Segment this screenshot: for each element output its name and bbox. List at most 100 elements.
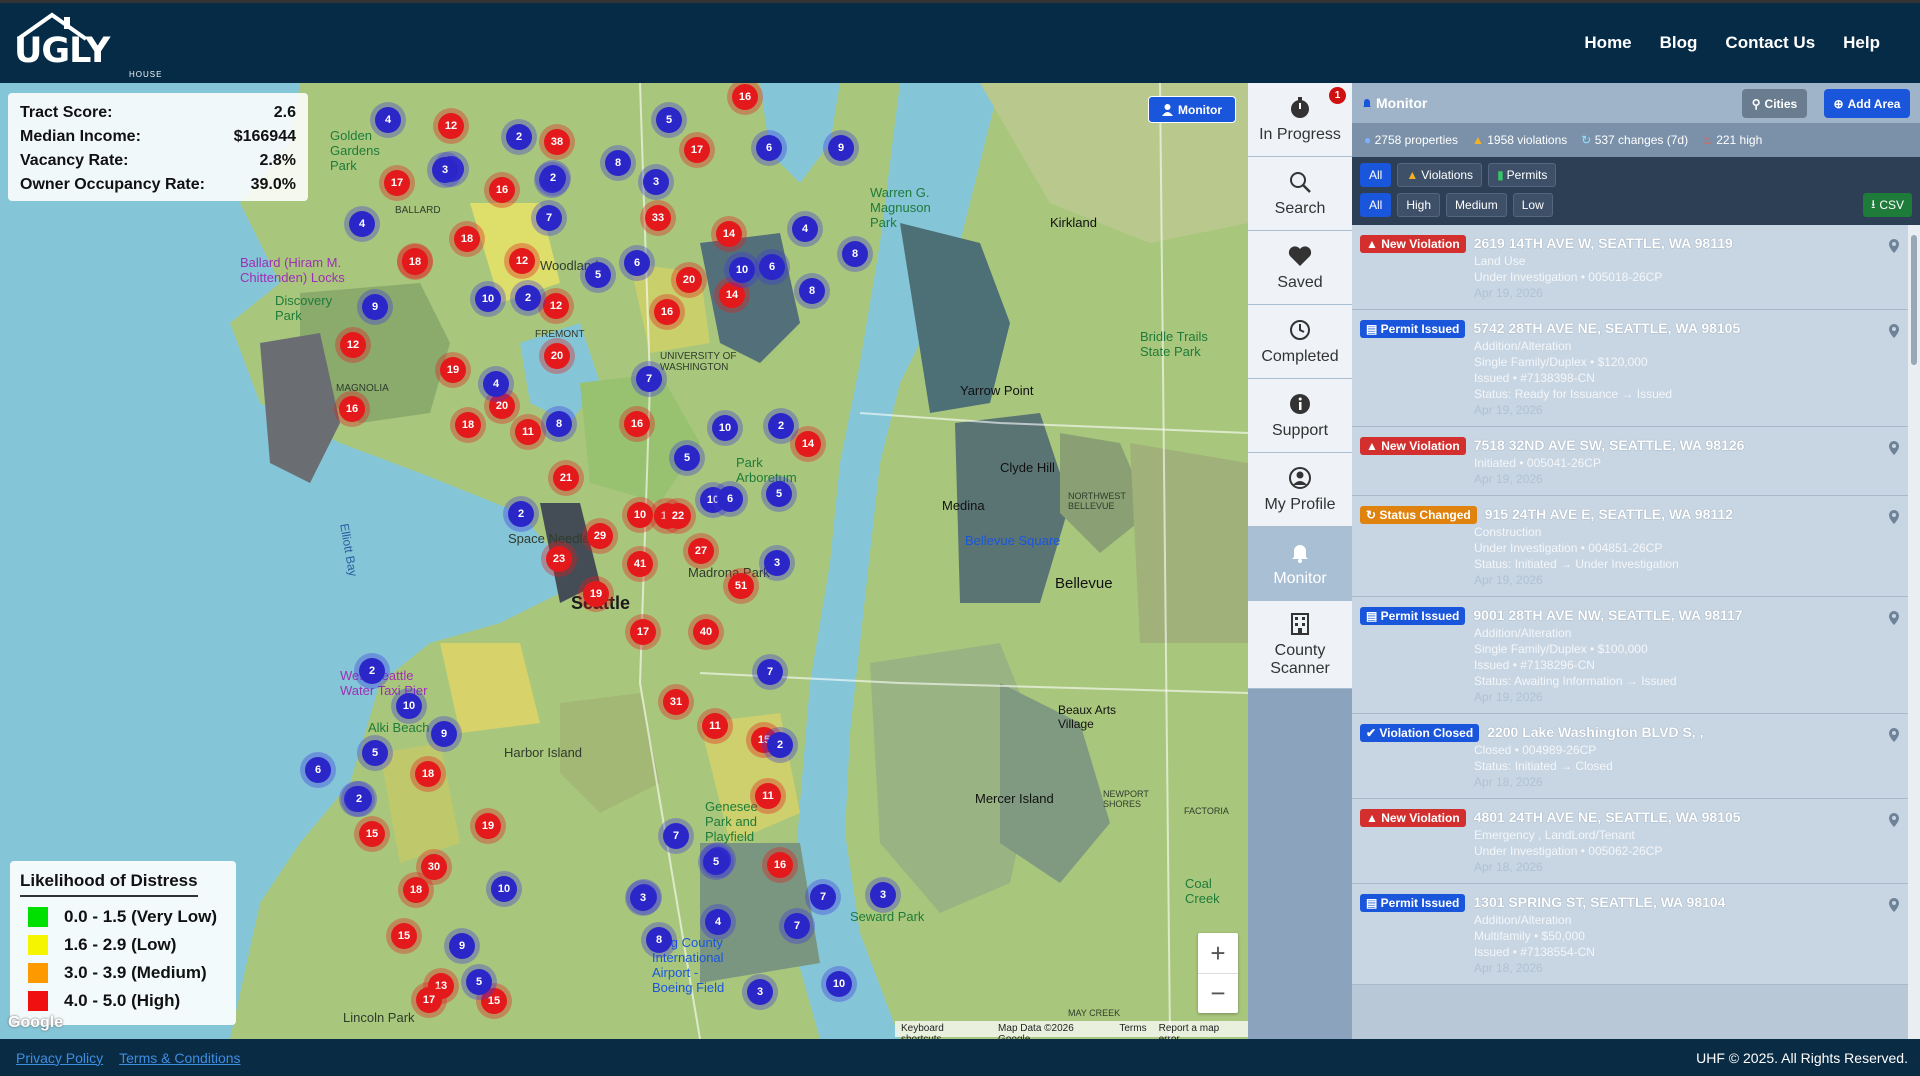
- blue-cluster-marker[interactable]: 10: [396, 693, 422, 719]
- red-cluster-marker[interactable]: 29: [587, 523, 613, 549]
- terms-link[interactable]: Terms & Conditions: [119, 1050, 240, 1066]
- sidebar-item-support[interactable]: Support: [1248, 379, 1352, 453]
- red-cluster-marker[interactable]: 30: [421, 854, 447, 880]
- red-cluster-marker[interactable]: 20: [489, 393, 515, 419]
- zoom-in-button[interactable]: +: [1198, 933, 1238, 973]
- blue-cluster-marker[interactable]: 5: [674, 445, 700, 471]
- nav-contact-link[interactable]: Contact Us: [1725, 33, 1815, 53]
- csv-export-button[interactable]: ⭳ CSV: [1863, 193, 1912, 217]
- red-cluster-marker[interactable]: 16: [732, 84, 758, 110]
- blue-cluster-marker[interactable]: 8: [546, 411, 572, 437]
- red-cluster-marker[interactable]: 21: [553, 465, 579, 491]
- zoom-out-button[interactable]: −: [1198, 973, 1238, 1013]
- filter-all-button[interactable]: All: [1360, 163, 1392, 187]
- red-cluster-marker[interactable]: 18: [403, 877, 429, 903]
- blue-cluster-marker[interactable]: 9: [362, 294, 388, 320]
- blue-cluster-marker[interactable]: 6: [759, 254, 785, 280]
- map-pin-icon[interactable]: [1888, 898, 1900, 912]
- red-cluster-marker[interactable]: 19: [583, 581, 609, 607]
- blue-cluster-marker[interactable]: 10: [491, 876, 517, 902]
- blue-cluster-marker[interactable]: 4: [792, 216, 818, 242]
- sidebar-item-monitor[interactable]: Monitor: [1248, 527, 1352, 601]
- red-cluster-marker[interactable]: 23: [546, 546, 572, 572]
- red-cluster-marker[interactable]: 33: [645, 205, 671, 231]
- sidebar-item-my-profile[interactable]: My Profile: [1248, 453, 1352, 527]
- property-address[interactable]: 4801 24TH AVE NE, SEATTLE, WA 98105: [1474, 809, 1741, 825]
- level-medium-button[interactable]: Medium: [1446, 193, 1507, 217]
- blue-cluster-marker[interactable]: 6: [756, 135, 782, 161]
- red-cluster-marker[interactable]: 18: [455, 412, 481, 438]
- blue-cluster-marker[interactable]: 10: [826, 971, 852, 997]
- blue-cluster-marker[interactable]: 5: [585, 262, 611, 288]
- blue-cluster-marker[interactable]: 2: [515, 285, 541, 311]
- blue-cluster-marker[interactable]: 7: [663, 823, 689, 849]
- blue-cluster-marker[interactable]: 2: [540, 165, 566, 191]
- property-address[interactable]: 2619 14TH AVE W, SEATTLE, WA 98119: [1474, 235, 1733, 251]
- blue-cluster-marker[interactable]: 4: [483, 371, 509, 397]
- blue-cluster-marker[interactable]: 5: [766, 481, 792, 507]
- privacy-policy-link[interactable]: Privacy Policy: [16, 1050, 103, 1066]
- red-cluster-marker[interactable]: 20: [676, 267, 702, 293]
- red-cluster-marker[interactable]: 38: [544, 129, 570, 155]
- red-cluster-marker[interactable]: 18: [454, 226, 480, 252]
- level-all-button[interactable]: All: [1360, 193, 1392, 217]
- property-address[interactable]: 7518 32ND AVE SW, SEATTLE, WA 98126: [1474, 437, 1745, 453]
- blue-cluster-marker[interactable]: 2: [506, 124, 532, 150]
- blue-cluster-marker[interactable]: 2: [508, 501, 534, 527]
- red-cluster-marker[interactable]: 12: [438, 113, 464, 139]
- blue-cluster-marker[interactable]: 8: [842, 241, 868, 267]
- blue-cluster-marker[interactable]: 6: [717, 486, 743, 512]
- blue-cluster-marker[interactable]: 2: [359, 658, 385, 684]
- sidebar-item-in-progress[interactable]: In Progress 1: [1248, 83, 1352, 157]
- blue-cluster-marker[interactable]: 8: [605, 150, 631, 176]
- red-cluster-marker[interactable]: 17: [384, 170, 410, 196]
- property-address[interactable]: 915 24TH AVE E, SEATTLE, WA 98112: [1485, 506, 1733, 522]
- sidebar-item-saved[interactable]: Saved: [1248, 231, 1352, 305]
- map-monitor-button[interactable]: Monitor: [1148, 96, 1236, 123]
- blue-cluster-marker[interactable]: 6: [305, 757, 331, 783]
- terms-link[interactable]: Terms: [1119, 1023, 1146, 1035]
- level-low-button[interactable]: Low: [1512, 193, 1553, 217]
- activity-card[interactable]: ▲ New Violation 4801 24TH AVE NE, SEATTLE…: [1352, 799, 1908, 884]
- list-scrollbar[interactable]: [1908, 225, 1920, 1039]
- sidebar-item-completed[interactable]: Completed: [1248, 305, 1352, 379]
- blue-cluster-marker[interactable]: 3: [630, 885, 656, 911]
- red-cluster-marker[interactable]: 22: [665, 503, 691, 529]
- blue-cluster-marker[interactable]: 5: [703, 849, 729, 875]
- blue-cluster-marker[interactable]: 4: [705, 909, 731, 935]
- nav-blog-link[interactable]: Blog: [1660, 33, 1698, 53]
- blue-cluster-marker[interactable]: 7: [757, 659, 783, 685]
- red-cluster-marker[interactable]: 17: [630, 619, 656, 645]
- red-cluster-marker[interactable]: 40: [693, 619, 719, 645]
- red-cluster-marker[interactable]: 14: [716, 221, 742, 247]
- add-area-button[interactable]: ⊕ Add Area: [1824, 89, 1910, 118]
- nav-home-link[interactable]: Home: [1584, 33, 1631, 53]
- red-cluster-marker[interactable]: 31: [663, 689, 689, 715]
- blue-cluster-marker[interactable]: 7: [636, 366, 662, 392]
- red-cluster-marker[interactable]: 10: [627, 502, 653, 528]
- blue-cluster-marker[interactable]: 5: [466, 969, 492, 995]
- red-cluster-marker[interactable]: 51: [728, 573, 754, 599]
- blue-cluster-marker[interactable]: 5: [362, 740, 388, 766]
- blue-cluster-marker[interactable]: 2: [346, 786, 372, 812]
- red-cluster-marker[interactable]: 16: [489, 177, 515, 203]
- red-cluster-marker[interactable]: 11: [702, 713, 728, 739]
- red-cluster-marker[interactable]: 16: [339, 396, 365, 422]
- red-cluster-marker[interactable]: 41: [627, 551, 653, 577]
- blue-cluster-marker[interactable]: 10: [712, 415, 738, 441]
- blue-cluster-marker[interactable]: 9: [449, 933, 475, 959]
- blue-cluster-marker[interactable]: 10: [475, 286, 501, 312]
- red-cluster-marker[interactable]: 27: [688, 538, 714, 564]
- filter-violations-button[interactable]: ▲ Violations: [1397, 163, 1483, 187]
- property-address[interactable]: 5742 28TH AVE NE, SEATTLE, WA 98105: [1473, 320, 1740, 336]
- blue-cluster-marker[interactable]: 3: [432, 157, 458, 183]
- map-pin-icon[interactable]: [1888, 239, 1900, 253]
- blue-cluster-marker[interactable]: 8: [646, 927, 672, 953]
- property-address[interactable]: 1301 SPRING ST, SEATTLE, WA 98104: [1473, 894, 1725, 910]
- map-pin-icon[interactable]: [1888, 510, 1900, 524]
- blue-cluster-marker[interactable]: 3: [870, 882, 896, 908]
- property-address[interactable]: 9001 28TH AVE NW, SEATTLE, WA 98117: [1473, 607, 1742, 623]
- sidebar-item-search[interactable]: Search: [1248, 157, 1352, 231]
- blue-cluster-marker[interactable]: 8: [799, 278, 825, 304]
- activity-card[interactable]: ✔ Violation Closed 2200 Lake Washington B…: [1352, 714, 1908, 799]
